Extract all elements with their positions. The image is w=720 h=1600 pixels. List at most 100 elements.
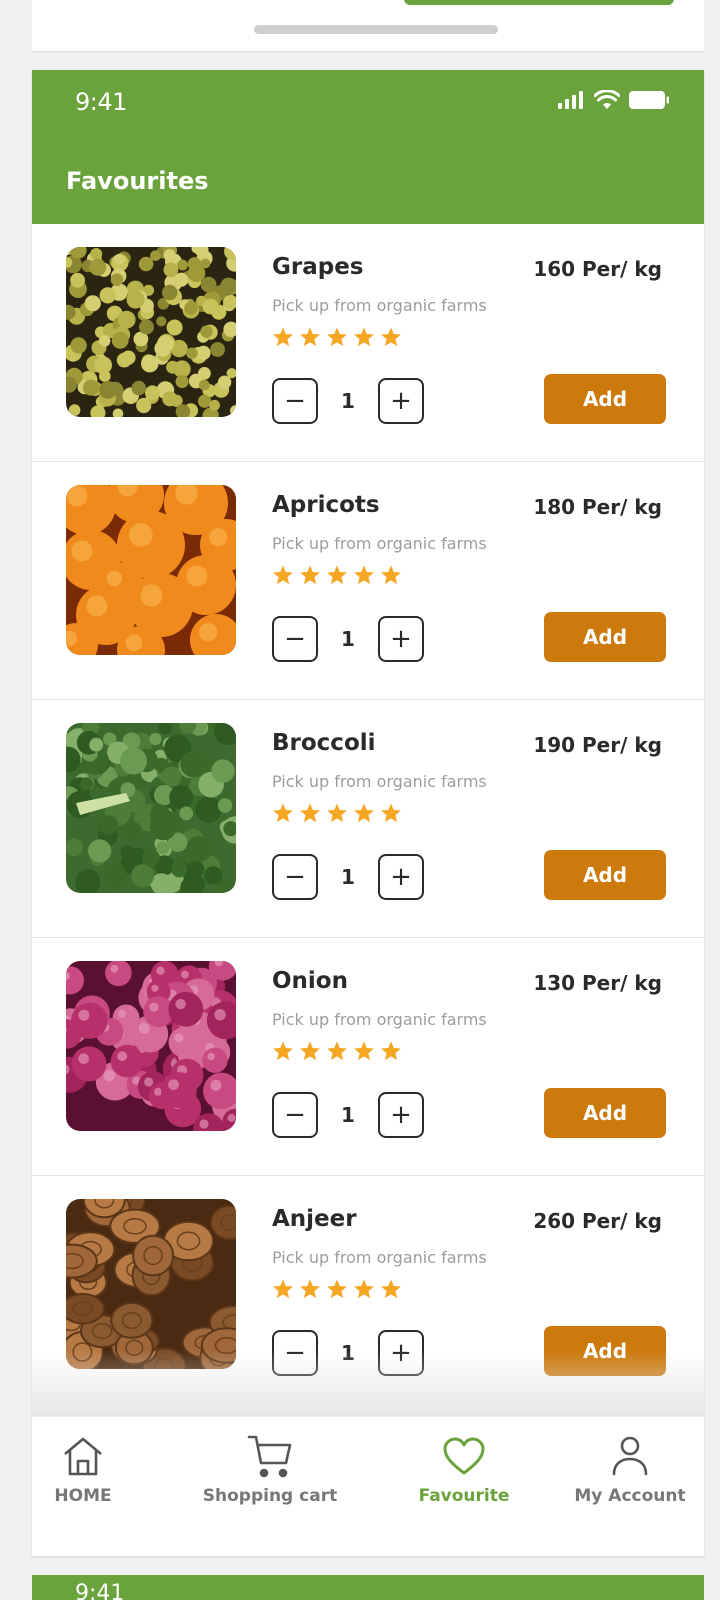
product-image[interactable]: [66, 247, 236, 417]
nav-my-account[interactable]: My Account: [570, 1417, 690, 1527]
product-description: Pick up from organic farms: [272, 772, 487, 791]
increase-quantity-button[interactable]: +: [378, 1330, 424, 1376]
bottom-nav: HOME Shopping cart Favourite My Account: [32, 1416, 704, 1526]
product-description: Pick up from organic farms: [272, 1248, 487, 1267]
quantity-value: 1: [341, 865, 355, 889]
favourite-item: Grapes 160 Per/ kg Pick up from organic …: [32, 224, 704, 462]
star-icon: [354, 803, 374, 823]
product-description: Pick up from organic farms: [272, 1010, 487, 1029]
product-description: Pick up from organic farms: [272, 534, 487, 553]
previous-screen-button-edge: [404, 0, 674, 5]
favourite-item: Onion 130 Per/ kg Pick up from organic f…: [32, 938, 704, 1176]
nav-cart-label: Shopping cart: [202, 1486, 338, 1506]
product-price: 260 Per/ kg: [533, 1209, 662, 1233]
star-icon: [273, 1041, 293, 1061]
quantity-stepper: − 1 +: [272, 378, 424, 424]
star-icon: [327, 803, 347, 823]
product-price: 160 Per/ kg: [533, 257, 662, 281]
add-to-cart-button[interactable]: Add: [544, 612, 666, 662]
nav-account-label: My Account: [574, 1486, 686, 1506]
star-icon: [381, 565, 401, 585]
product-image[interactable]: [66, 485, 236, 655]
increase-quantity-button[interactable]: +: [378, 378, 424, 424]
product-price: 180 Per/ kg: [533, 495, 662, 519]
product-name: Anjeer: [272, 1206, 357, 1232]
heart-icon: [443, 1437, 485, 1475]
rating-stars: [272, 1278, 402, 1300]
quantity-value: 1: [341, 1341, 355, 1365]
page-title: Favourites: [66, 167, 209, 195]
add-to-cart-button[interactable]: Add: [544, 850, 666, 900]
quantity-value: 1: [341, 389, 355, 413]
star-icon: [381, 327, 401, 347]
star-icon: [300, 565, 320, 585]
product-name: Broccoli: [272, 730, 376, 756]
cart-icon: [247, 1435, 292, 1478]
quantity-value: 1: [341, 1103, 355, 1127]
product-description: Pick up from organic farms: [272, 296, 487, 315]
nav-favourite-label: Favourite: [418, 1486, 510, 1506]
star-icon: [273, 1279, 293, 1299]
product-name: Apricots: [272, 492, 380, 518]
star-icon: [381, 1041, 401, 1061]
nav-home[interactable]: HOME: [48, 1417, 118, 1527]
star-icon: [327, 1279, 347, 1299]
star-icon: [354, 565, 374, 585]
decrease-quantity-button[interactable]: −: [272, 854, 318, 900]
status-icons: [558, 90, 670, 110]
decrease-quantity-button[interactable]: −: [272, 378, 318, 424]
previous-screen-fragment: [32, 0, 704, 52]
product-image[interactable]: [66, 1199, 236, 1369]
increase-quantity-button[interactable]: +: [378, 854, 424, 900]
user-icon: [612, 1436, 648, 1476]
decrease-quantity-button[interactable]: −: [272, 1330, 318, 1376]
star-icon: [300, 327, 320, 347]
product-price: 130 Per/ kg: [533, 971, 662, 995]
battery-icon: [629, 91, 669, 109]
favourites-list: Grapes 160 Per/ kg Pick up from organic …: [32, 224, 704, 1414]
favourite-item: Anjeer 260 Per/ kg Pick up from organic …: [32, 1176, 704, 1414]
decrease-quantity-button[interactable]: −: [272, 616, 318, 662]
star-icon: [354, 1041, 374, 1061]
signal-icon: [558, 91, 583, 109]
quantity-stepper: − 1 +: [272, 1330, 424, 1376]
add-to-cart-button[interactable]: Add: [544, 1088, 666, 1138]
decrease-quantity-button[interactable]: −: [272, 1092, 318, 1138]
nav-shopping-cart[interactable]: Shopping cart: [200, 1417, 340, 1527]
favourite-item: Broccoli 190 Per/ kg Pick up from organi…: [32, 700, 704, 938]
rating-stars: [272, 802, 402, 824]
star-icon: [327, 327, 347, 347]
product-image[interactable]: [66, 961, 236, 1131]
product-name: Grapes: [272, 254, 364, 280]
star-icon: [300, 1041, 320, 1061]
increase-quantity-button[interactable]: +: [378, 1092, 424, 1138]
product-image[interactable]: [66, 723, 236, 893]
app-header: 9:41 Favourites: [32, 70, 704, 224]
home-icon: [64, 1437, 102, 1476]
star-icon: [300, 1279, 320, 1299]
product-price: 190 Per/ kg: [533, 733, 662, 757]
rating-stars: [272, 326, 402, 348]
favourites-screen: 9:41 Favourites Grapes 160 Per/ kg Pick: [32, 70, 704, 1556]
favourite-item: Apricots 180 Per/ kg Pick up from organi…: [32, 462, 704, 700]
add-to-cart-button[interactable]: Add: [544, 374, 666, 424]
wifi-icon: [594, 90, 620, 109]
star-icon: [300, 803, 320, 823]
next-screen-fragment: 9:41: [32, 1575, 704, 1600]
nav-favourite[interactable]: Favourite: [414, 1417, 514, 1527]
next-status-time: 9:41: [75, 1581, 125, 1600]
home-indicator: [254, 25, 498, 34]
star-icon: [381, 1279, 401, 1299]
quantity-stepper: − 1 +: [272, 1092, 424, 1138]
status-time: 9:41: [75, 88, 127, 116]
star-icon: [354, 327, 374, 347]
star-icon: [327, 1041, 347, 1061]
star-icon: [273, 565, 293, 585]
star-icon: [327, 565, 347, 585]
star-icon: [273, 803, 293, 823]
add-to-cart-button[interactable]: Add: [544, 1326, 666, 1376]
star-icon: [273, 327, 293, 347]
increase-quantity-button[interactable]: +: [378, 616, 424, 662]
star-icon: [354, 1279, 374, 1299]
quantity-stepper: − 1 +: [272, 854, 424, 900]
